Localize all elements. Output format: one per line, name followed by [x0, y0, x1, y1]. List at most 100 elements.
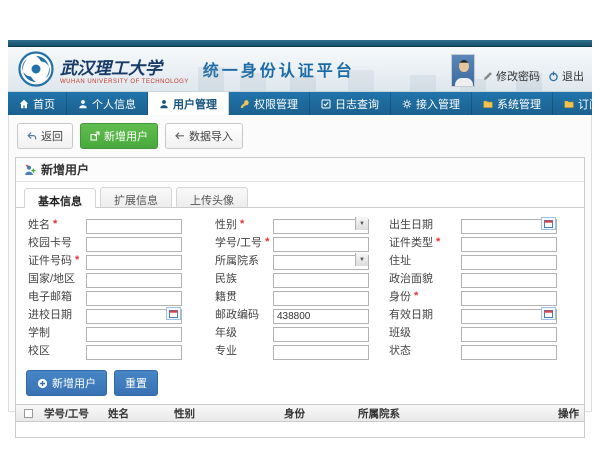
app-window: 武汉理工大学 WUHAN UNIVERSITY OF TECHNOLOGY 统一…: [8, 40, 592, 412]
section-title: 新增用户: [41, 161, 89, 178]
log-check-icon: [321, 99, 331, 109]
tab-upload-avatar[interactable]: 上传头像: [176, 187, 248, 207]
name-input[interactable]: [86, 219, 182, 234]
ethnicity-input[interactable]: [273, 273, 369, 288]
data-import-button[interactable]: 数据导入: [165, 123, 243, 149]
nav-item-permission-management[interactable]: 权限管理: [229, 92, 310, 115]
email-input[interactable]: [86, 291, 182, 306]
tab-basic-info[interactable]: 基本信息: [24, 188, 96, 208]
nav-label: 首页: [33, 96, 55, 112]
field-student-id: 学号/工号*: [215, 233, 389, 250]
form-actions: 新增用户 重置: [16, 364, 584, 404]
calendar-icon[interactable]: [166, 307, 181, 320]
field-label: 民族: [215, 270, 273, 286]
import-arrow-icon: [175, 131, 185, 141]
major-input[interactable]: [273, 345, 369, 360]
calendar-icon[interactable]: [541, 307, 556, 320]
data-import-label: 数据导入: [189, 128, 233, 144]
submit-label: 新增用户: [52, 375, 96, 391]
campus-card-input[interactable]: [86, 237, 182, 252]
address-input[interactable]: [461, 255, 557, 270]
postal-code-input[interactable]: [273, 309, 369, 324]
id-type-input[interactable]: [461, 237, 557, 252]
field-label: 国家/地区: [28, 270, 86, 286]
new-window-icon: [90, 131, 100, 141]
field-status: 状态: [389, 341, 576, 358]
submit-add-user-button[interactable]: 新增用户: [26, 370, 107, 396]
chevron-down-icon[interactable]: ▼: [355, 217, 368, 230]
home-icon: [19, 99, 29, 109]
plus-circle-icon: [37, 378, 48, 389]
nav-item-log-query[interactable]: 日志查询: [310, 92, 391, 115]
folder-icon: [483, 99, 493, 109]
col-identity: 身份: [280, 406, 354, 421]
reset-button[interactable]: 重置: [114, 370, 158, 396]
field-id-number: 证件号码*: [28, 251, 215, 268]
status-input[interactable]: [461, 345, 557, 360]
select-all-checkbox[interactable]: [24, 409, 33, 418]
nav-item-home[interactable]: 首页: [8, 92, 67, 115]
id-number-input[interactable]: [86, 255, 182, 270]
power-icon: [548, 71, 559, 82]
change-password-link[interactable]: 修改密码: [483, 68, 540, 84]
field-country: 国家/地区: [28, 269, 215, 286]
field-campus: 校区: [28, 341, 215, 358]
student-id-input[interactable]: [273, 237, 369, 252]
nav-label: 权限管理: [254, 96, 298, 112]
nav-item-user-management[interactable]: 用户管理: [148, 92, 229, 115]
nav-item-access-management[interactable]: 接入管理: [391, 92, 472, 115]
field-label: 籍贯: [215, 288, 273, 304]
header-right: 修改密码 退出: [451, 47, 584, 91]
nav-label: 用户管理: [173, 96, 217, 112]
class-input[interactable]: [461, 327, 557, 342]
field-label: 所属院系: [215, 252, 273, 268]
topbar: [8, 40, 592, 47]
toolbar: 返回 新增用户 数据导入: [15, 120, 585, 157]
gear-icon: [402, 99, 412, 109]
university-name-en: WUHAN UNIVERSITY OF TECHNOLOGY: [60, 79, 189, 85]
identity-input[interactable]: [461, 291, 557, 306]
field-label: 身份*: [389, 288, 461, 304]
key-icon: [240, 99, 250, 109]
add-user-toolbar-button[interactable]: 新增用户: [80, 123, 158, 149]
nav-item-subscription-management[interactable]: 订阅管理: [553, 92, 600, 115]
grade-input[interactable]: [273, 327, 369, 342]
users-table: 学号/工号 姓名 性别 身份 所属院系 操作: [16, 404, 584, 437]
field-label: 证件号码*: [28, 252, 86, 268]
nav-label: 系统管理: [497, 96, 541, 112]
field-postal-code: 邮政编码: [215, 305, 389, 322]
field-id-type: 证件类型*: [389, 233, 576, 250]
field-label: 状态: [389, 342, 461, 358]
field-label: 政治面貌: [389, 270, 461, 286]
nav-item-personal-info[interactable]: 个人信息: [67, 92, 148, 115]
country-input[interactable]: [86, 273, 182, 288]
nav-label: 订阅管理: [578, 96, 600, 112]
tab-extended-info[interactable]: 扩展信息: [100, 187, 172, 207]
user-icon: [78, 99, 88, 109]
chevron-down-icon[interactable]: ▼: [355, 253, 368, 266]
field-identity: 身份*: [389, 287, 576, 304]
logout-link[interactable]: 退出: [548, 68, 584, 84]
field-label: 姓名*: [28, 216, 86, 232]
table-header-row: 学号/工号 姓名 性别 身份 所属院系 操作: [16, 405, 584, 422]
field-birth-date: 出生日期: [389, 215, 576, 232]
field-major: 专业: [215, 341, 389, 358]
nav-item-system-management[interactable]: 系统管理: [472, 92, 553, 115]
basic-info-form: 姓名* 性别* ▼ 出生日期 校园卡号 学号/工号*: [16, 208, 584, 364]
campus-input[interactable]: [86, 345, 182, 360]
native-place-input[interactable]: [273, 291, 369, 306]
field-label: 校园卡号: [28, 234, 86, 250]
calendar-icon[interactable]: [541, 217, 556, 230]
field-email: 电子邮箱: [28, 287, 215, 304]
platform-title: 统一身份认证平台: [203, 57, 355, 81]
add-user-icon: [24, 164, 36, 176]
political-status-input[interactable]: [461, 273, 557, 288]
col-actions: 操作: [554, 406, 584, 421]
add-user-label: 新增用户: [104, 128, 148, 144]
back-button[interactable]: 返回: [17, 123, 73, 149]
field-label: 性别*: [215, 216, 273, 232]
main-nav: 首页 个人信息 用户管理 权限管理 日志查询 接入管理 系统管理 订阅管理: [8, 92, 592, 115]
skyline-watermark: [198, 67, 224, 91]
field-label: 进校日期: [28, 306, 86, 322]
education-length-input[interactable]: [86, 327, 182, 342]
